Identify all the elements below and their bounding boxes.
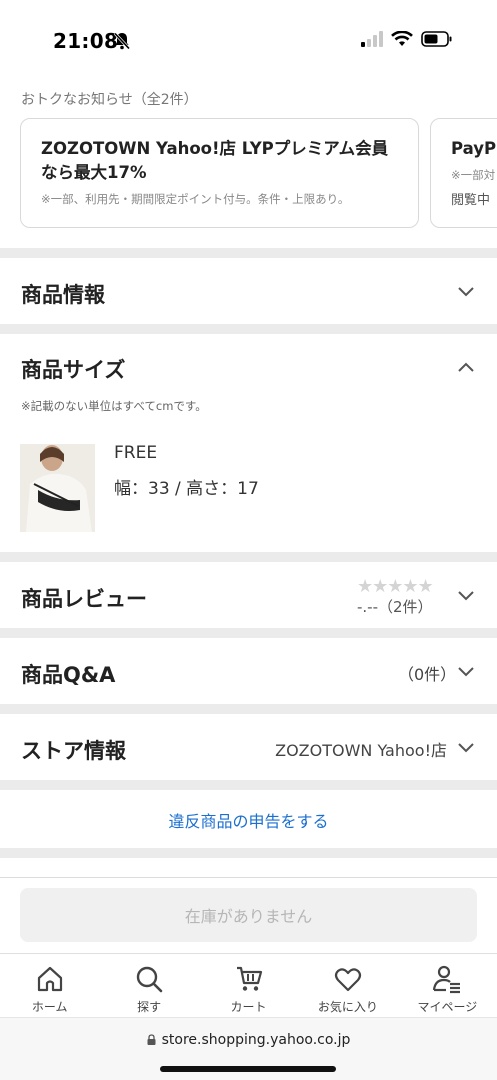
lock-icon <box>147 1034 156 1045</box>
battery-icon <box>421 31 452 47</box>
notice-title: PayP <box>451 139 497 158</box>
tab-search[interactable]: 探す <box>99 954 198 1017</box>
status-bar: 21:08 <box>0 0 497 82</box>
chevron-up-icon[interactable] <box>457 361 475 373</box>
tab-label: マイページ <box>417 1000 478 1014</box>
section-divider <box>0 324 497 334</box>
tab-mypage[interactable]: マイページ <box>398 954 497 1017</box>
tab-label: ホーム <box>31 1000 68 1014</box>
chevron-down-icon <box>458 743 474 753</box>
notice-card[interactable]: ZOZOTOWN Yahoo!店 LYPプレミアム会員なら最大17% ※一部、利… <box>20 118 419 228</box>
home-indicator <box>160 1066 336 1072</box>
section-divider <box>0 552 497 562</box>
home-icon <box>37 966 62 992</box>
notice-card[interactable]: PayP ※一部対 閲覧中 <box>430 118 497 228</box>
notice-subtext: ※一部、利用先・期間限定ポイント付与。条件・上限あり。 <box>41 192 350 206</box>
signal-icon <box>361 31 383 47</box>
section-divider <box>0 628 497 638</box>
chevron-down-icon <box>458 667 474 677</box>
url-text: store.shopping.yahoo.co.jp <box>161 1032 351 1048</box>
status-time: 21:08 <box>53 29 119 53</box>
section-divider <box>0 780 497 790</box>
tab-home[interactable]: ホーム <box>0 954 99 1017</box>
section-divider <box>0 704 497 714</box>
qa-count: （0件） <box>398 665 457 684</box>
store-info-row[interactable]: ストア情報 ZOZOTOWN Yahoo!店 <box>0 714 497 780</box>
tab-label: カート <box>230 1000 267 1014</box>
rating-stars: ★★★★★ <box>357 576 434 597</box>
report-violation-link[interactable]: 違反商品の申告をする <box>0 808 497 832</box>
notice-title: ZOZOTOWN Yahoo!店 LYPプレミアム会員なら最大17% <box>41 139 389 182</box>
product-info-row[interactable]: 商品情報 <box>0 258 497 324</box>
url-display[interactable]: store.shopping.yahoo.co.jp <box>0 1032 497 1048</box>
review-rating-text: -.--（2件） <box>357 598 433 616</box>
footer-divider <box>0 877 497 878</box>
product-size-title[interactable]: 商品サイズ <box>21 354 125 384</box>
notice-section-label: おトクなお知らせ（全2件） <box>21 92 198 108</box>
product-info-title: 商品情報 <box>21 283 105 307</box>
size-unit-note: ※記載のない単位はすべてcmです。 <box>21 399 207 413</box>
product-qa-title: 商品Q&A <box>21 663 116 687</box>
section-divider <box>0 248 497 258</box>
tab-label: 探す <box>137 1000 162 1014</box>
search-icon <box>136 966 163 993</box>
browser-url-bar[interactable]: store.shopping.yahoo.co.jp <box>0 1017 497 1080</box>
store-name: ZOZOTOWN Yahoo!店 <box>275 741 447 760</box>
product-qa-row[interactable]: 商品Q&A （0件） <box>0 638 497 704</box>
product-review-title: 商品レビュー <box>21 587 147 611</box>
wifi-icon <box>391 31 413 46</box>
chevron-down-icon <box>458 287 474 297</box>
notice-carousel[interactable]: ZOZOTOWN Yahoo!店 LYPプレミアム会員なら最大17% ※一部、利… <box>20 118 497 230</box>
tab-cart[interactable]: カート <box>199 954 298 1017</box>
out-of-stock-button[interactable]: 在庫がありません <box>20 888 477 942</box>
size-dimensions: 幅：33 / 高さ：17 <box>114 479 259 499</box>
bell-muted-icon <box>113 32 131 50</box>
notice-status: 閲覧中 <box>451 193 491 208</box>
cart-icon <box>236 966 262 991</box>
size-name: FREE <box>114 443 158 463</box>
section-divider <box>0 848 497 858</box>
bottom-tab-bar: ホーム 探す カート お気に入り マイページ <box>0 953 497 1017</box>
tab-favorites[interactable]: お気に入り <box>298 954 397 1017</box>
store-info-title: ストア情報 <box>21 739 126 763</box>
notice-subtext: ※一部対 <box>451 168 496 182</box>
user-icon <box>433 965 461 994</box>
chevron-down-icon <box>458 591 474 601</box>
tab-label: お気に入り <box>317 1000 378 1014</box>
product-thumbnail <box>20 444 95 532</box>
heart-icon <box>334 968 362 992</box>
